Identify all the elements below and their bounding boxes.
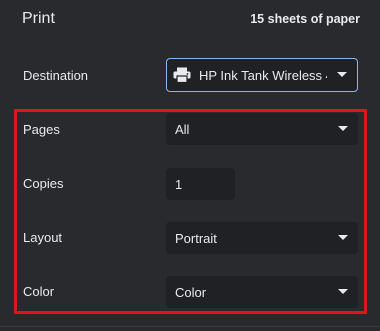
chevron-down-icon (328, 235, 358, 241)
layout-value: Portrait (175, 230, 217, 246)
pages-select[interactable]: All (166, 113, 358, 145)
color-select[interactable]: Color (166, 276, 358, 308)
copies-input[interactable] (166, 168, 235, 200)
chevron-down-icon (328, 126, 358, 132)
layout-select[interactable]: Portrait (166, 222, 358, 254)
destination-value: HP Ink Tank Wireless 4 (199, 67, 327, 83)
chevron-down-icon (328, 289, 358, 295)
page-title: Print (22, 10, 55, 27)
divider (0, 326, 380, 327)
pages-label: Pages (23, 122, 60, 137)
color-value: Color (175, 284, 207, 300)
sheet-count: 15 sheets of paper (250, 12, 360, 26)
chevron-down-icon (327, 72, 357, 78)
destination-select[interactable]: HP Ink Tank Wireless 4 (166, 58, 358, 92)
pages-value: All (175, 121, 190, 137)
copies-label: Copies (23, 176, 64, 191)
printer-icon (173, 67, 191, 84)
destination-label: Destination (23, 68, 89, 83)
color-label: Color (23, 284, 55, 299)
print-settings-panel: Print 15 sheets of paper Destination HP … (0, 0, 380, 331)
layout-label: Layout (23, 230, 63, 245)
